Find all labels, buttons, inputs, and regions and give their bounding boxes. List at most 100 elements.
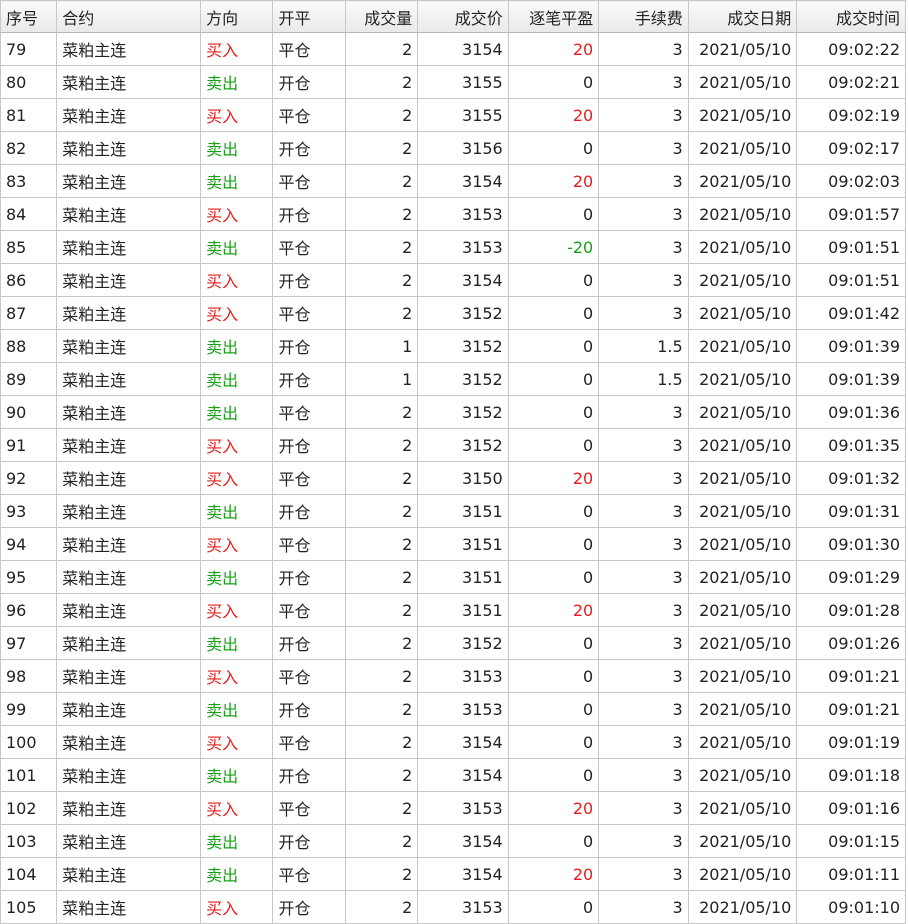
cell-offset: 平仓 [272,98,346,132]
cell-time: 09:01:32 [796,461,906,495]
table-row[interactable]: 82 菜粕主连 卖出 开仓 2 3156 0 3 2021/05/10 09:02:17 [0,131,906,165]
table-row[interactable]: 104 菜粕主连 卖出 平仓 2 3154 20 3 2021/05/10 09:01:11 [0,857,906,891]
cell-date: 2021/05/10 [687,362,798,396]
table-row[interactable]: 100 菜粕主连 买入 平仓 2 3154 0 3 2021/05/10 09:01:19 [0,725,906,759]
cell-offset: 开仓 [272,890,346,924]
cell-time: 09:01:42 [796,296,906,330]
cell-direction: 卖出 [200,65,274,99]
table-row[interactable]: 103 菜粕主连 卖出 开仓 2 3154 0 3 2021/05/10 09:01:15 [0,824,906,858]
cell-seq: 98 [0,659,58,693]
table-row[interactable]: 80 菜粕主连 卖出 开仓 2 3155 0 3 2021/05/10 09:02:21 [0,65,906,99]
cell-fee: 3 [598,857,689,891]
cell-pnl: 20 [507,164,600,198]
column-header-time[interactable]: 成交时间 [796,0,906,33]
table-row[interactable]: 95 菜粕主连 卖出 开仓 2 3151 0 3 2021/05/10 09:01:29 [0,560,906,594]
table-row[interactable]: 90 菜粕主连 卖出 平仓 2 3152 0 3 2021/05/10 09:01:36 [0,395,906,429]
cell-time: 09:01:51 [796,263,906,297]
table-row[interactable]: 85 菜粕主连 卖出 平仓 2 3153 -20 3 2021/05/10 09:01:51 [0,230,906,264]
cell-offset: 开仓 [272,692,346,726]
table-row[interactable]: 88 菜粕主连 卖出 开仓 1 3152 0 1.5 2021/05/10 09:01:39 [0,329,906,363]
cell-date: 2021/05/10 [687,560,798,594]
cell-fee: 3 [598,692,689,726]
cell-fee: 3 [598,758,689,792]
table-row[interactable]: 83 菜粕主连 卖出 平仓 2 3154 20 3 2021/05/10 09:02:03 [0,164,906,198]
cell-fee: 3 [598,626,689,660]
column-header-seq[interactable]: 序号 [0,0,58,33]
column-header-offset[interactable]: 开平 [272,0,346,33]
table-row[interactable]: 92 菜粕主连 买入 平仓 2 3150 20 3 2021/05/10 09:01:32 [0,461,906,495]
table-row[interactable]: 91 菜粕主连 买入 开仓 2 3152 0 3 2021/05/10 09:01:35 [0,428,906,462]
cell-seq: 82 [0,131,58,165]
cell-pnl: 20 [507,98,600,132]
cell-date: 2021/05/10 [687,824,798,858]
cell-date: 2021/05/10 [687,890,798,924]
cell-date: 2021/05/10 [687,494,798,528]
cell-seq: 102 [0,791,58,825]
cell-pnl: 0 [507,197,600,231]
column-header-pnl[interactable]: 逐笔平盈 [507,0,600,33]
cell-time: 09:01:16 [796,791,906,825]
column-header-quantity[interactable]: 成交量 [344,0,419,33]
table-row[interactable]: 87 菜粕主连 买入 平仓 2 3152 0 3 2021/05/10 09:01:42 [0,296,906,330]
cell-direction: 买入 [200,461,274,495]
cell-quantity: 2 [344,725,419,759]
cell-price: 3154 [417,263,509,297]
cell-offset: 开仓 [272,131,346,165]
cell-price: 3155 [417,98,509,132]
cell-quantity: 2 [344,758,419,792]
table-row[interactable]: 94 菜粕主连 买入 平仓 2 3151 0 3 2021/05/10 09:01:30 [0,527,906,561]
cell-contract: 菜粕主连 [56,65,202,99]
table-row[interactable]: 98 菜粕主连 买入 平仓 2 3153 0 3 2021/05/10 09:01:21 [0,659,906,693]
cell-date: 2021/05/10 [687,758,798,792]
table-row[interactable]: 97 菜粕主连 卖出 开仓 2 3152 0 3 2021/05/10 09:01:26 [0,626,906,660]
cell-quantity: 2 [344,626,419,660]
cell-time: 09:01:30 [796,527,906,561]
table-row[interactable]: 101 菜粕主连 卖出 开仓 2 3154 0 3 2021/05/10 09:01:18 [0,758,906,792]
cell-date: 2021/05/10 [687,428,798,462]
cell-fee: 3 [598,131,689,165]
cell-date: 2021/05/10 [687,725,798,759]
cell-seq: 97 [0,626,58,660]
cell-seq: 105 [0,890,58,924]
cell-quantity: 2 [344,791,419,825]
cell-offset: 开仓 [272,428,346,462]
cell-pnl: 0 [507,296,600,330]
cell-seq: 85 [0,230,58,264]
cell-contract: 菜粕主连 [56,32,202,66]
cell-time: 09:02:17 [796,131,906,165]
column-header-price[interactable]: 成交价 [417,0,509,33]
table-row[interactable]: 89 菜粕主连 卖出 开仓 1 3152 0 1.5 2021/05/10 09:01:39 [0,362,906,396]
cell-quantity: 2 [344,857,419,891]
column-header-contract[interactable]: 合约 [56,0,202,33]
cell-seq: 81 [0,98,58,132]
cell-price: 3151 [417,494,509,528]
column-header-direction[interactable]: 方向 [200,0,274,33]
cell-contract: 菜粕主连 [56,164,202,198]
table-row[interactable]: 102 菜粕主连 买入 平仓 2 3153 20 3 2021/05/10 09:01:16 [0,791,906,825]
cell-pnl: 0 [507,131,600,165]
cell-price: 3154 [417,758,509,792]
table-row[interactable]: 93 菜粕主连 卖出 开仓 2 3151 0 3 2021/05/10 09:01:31 [0,494,906,528]
cell-quantity: 1 [344,362,419,396]
cell-seq: 99 [0,692,58,726]
cell-date: 2021/05/10 [687,230,798,264]
cell-date: 2021/05/10 [687,857,798,891]
table-row[interactable]: 79 菜粕主连 买入 平仓 2 3154 20 3 2021/05/10 09:02:22 [0,32,906,66]
table-row[interactable]: 105 菜粕主连 买入 开仓 2 3153 0 3 2021/05/10 09:01:10 [0,890,906,924]
table-row[interactable]: 81 菜粕主连 买入 平仓 2 3155 20 3 2021/05/10 09:02:19 [0,98,906,132]
cell-seq: 100 [0,725,58,759]
table-row[interactable]: 99 菜粕主连 卖出 开仓 2 3153 0 3 2021/05/10 09:01:21 [0,692,906,726]
cell-direction: 买入 [200,32,274,66]
column-header-fee[interactable]: 手续费 [598,0,689,33]
cell-quantity: 2 [344,593,419,627]
table-row[interactable]: 84 菜粕主连 买入 开仓 2 3153 0 3 2021/05/10 09:01:57 [0,197,906,231]
column-header-date[interactable]: 成交日期 [687,0,798,33]
table-row[interactable]: 96 菜粕主连 买入 平仓 2 3151 20 3 2021/05/10 09:01:28 [0,593,906,627]
cell-contract: 菜粕主连 [56,98,202,132]
cell-contract: 菜粕主连 [56,230,202,264]
cell-price: 3153 [417,659,509,693]
cell-seq: 86 [0,263,58,297]
cell-time: 09:01:39 [796,362,906,396]
cell-contract: 菜粕主连 [56,329,202,363]
table-row[interactable]: 86 菜粕主连 买入 开仓 2 3154 0 3 2021/05/10 09:01:51 [0,263,906,297]
